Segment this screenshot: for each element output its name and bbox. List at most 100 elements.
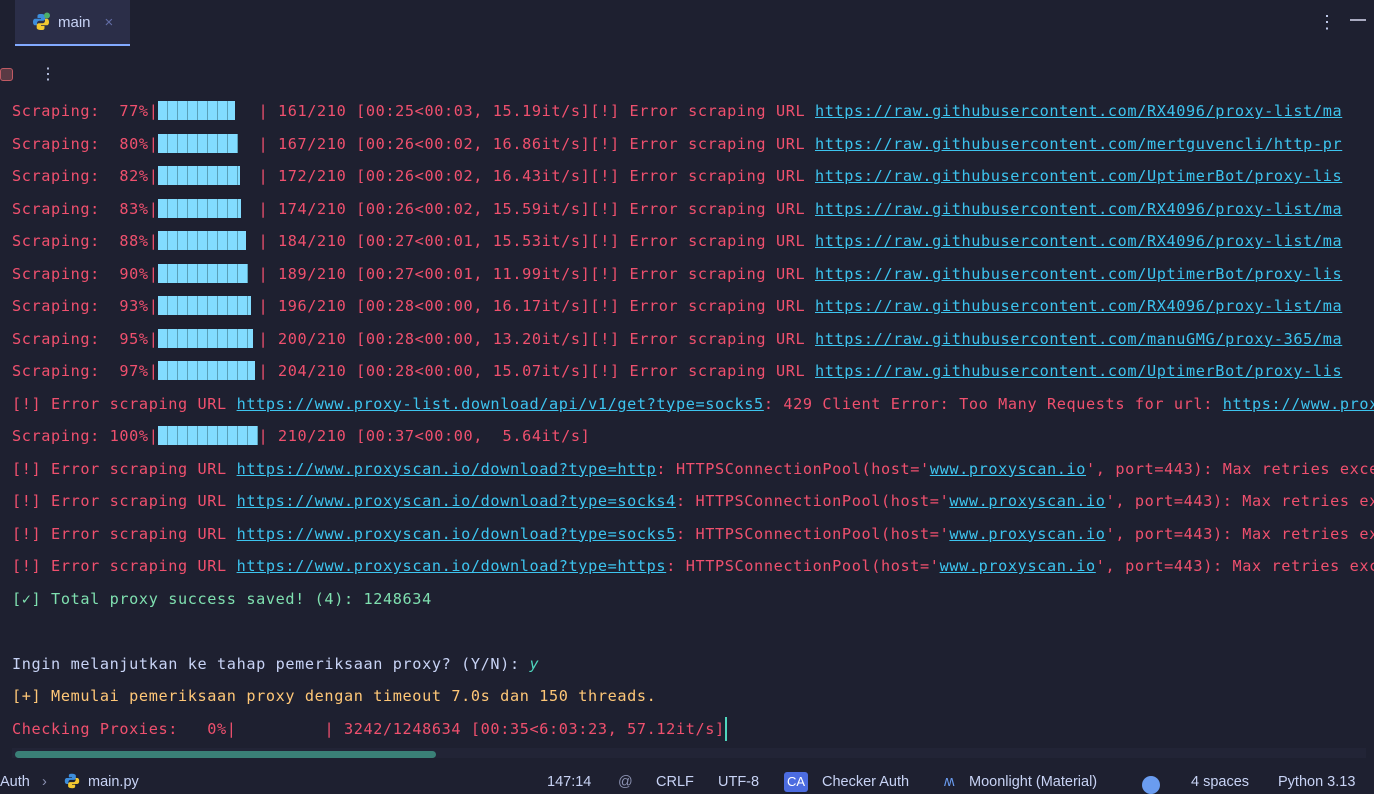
success-message: [✓] Total proxy success saved! (4): 1248… (12, 589, 432, 608)
progress-bar (158, 133, 258, 153)
more-options-icon[interactable]: ⋮ (1318, 8, 1336, 36)
progress-bar-segment (158, 133, 169, 153)
progress-bar (158, 101, 258, 120)
progress-bar-segment (238, 426, 249, 445)
progress-bar-segment (238, 166, 241, 185)
error-line: [!] Error scraping URL https://www.proxy… (12, 453, 1374, 486)
progress-bar (158, 328, 258, 348)
error-message: ', port=443): Max retries exceeded (1105, 524, 1374, 543)
progress-bar-segment (168, 231, 179, 250)
progress-bar-segment (198, 296, 209, 315)
host-link[interactable]: www.proxyscan.io (949, 492, 1105, 510)
progress-bar-segment (228, 328, 239, 348)
progress-bar-segment (218, 263, 229, 283)
progress-bar-segment (198, 166, 209, 185)
progress-bar-segment (168, 101, 179, 120)
prompt-line: Ingin melanjutkan ke tahap pemeriksaan p… (12, 648, 1374, 681)
error-url-link[interactable]: https://raw.githubusercontent.com/manuGM… (815, 330, 1342, 348)
error-url-link[interactable]: https://raw.githubusercontent.com/Uptime… (815, 362, 1342, 380)
close-icon[interactable]: × (105, 14, 114, 31)
progress-bar-segment (198, 361, 209, 380)
progress-bar-segment (188, 426, 199, 445)
progress-bar-segment (188, 328, 199, 348)
minimize-icon[interactable] (1350, 19, 1366, 21)
progress-bar-segment (188, 263, 199, 283)
project-badge: CA (784, 772, 808, 792)
info-line: [+] Memulai pemeriksaan proxy dengan tim… (12, 680, 1374, 713)
error-message: : HTTPSConnectionPool(host=' (656, 459, 930, 478)
error-url-link[interactable]: https://www.proxy-list.download/api/v1/g… (237, 395, 764, 413)
progress-status: | 184/210 [00:27<00:01, 15.53it/s][!] Er… (258, 232, 815, 250)
progress-bar-segment (188, 166, 199, 185)
progress-bar (158, 231, 258, 250)
tab-label: main (58, 13, 91, 31)
error-prefix: [!] Error scraping URL (12, 492, 237, 510)
progress-label: Scraping: 77%| (12, 102, 159, 120)
progress-bar-segment (178, 263, 189, 283)
progress-bar-segment (158, 198, 169, 218)
progress-bar-segment (208, 198, 219, 218)
progress-bar-segment (198, 231, 209, 250)
prompt-question: Ingin melanjutkan ke tahap pemeriksaan p… (12, 654, 530, 673)
progress-bar-segment (208, 133, 219, 153)
error-url-link[interactable]: https://raw.githubusercontent.com/RX4096… (815, 297, 1342, 315)
progress-bar-segment (178, 328, 189, 348)
error-url-link[interactable]: https://www.proxyscan.io/download?type=s… (237, 525, 676, 543)
progress-bar (158, 166, 258, 185)
error-url-link[interactable]: https://raw.githubusercontent.com/Uptime… (815, 265, 1342, 283)
progress-label: Scraping: 88%| (12, 232, 159, 250)
host-link[interactable]: www.proxyscan.io (949, 525, 1105, 543)
progress-bar-segment (188, 133, 199, 153)
error-url-link[interactable]: https://www.proxyscan.io/download?type=s… (237, 492, 676, 510)
stop-icon[interactable] (0, 68, 13, 81)
status-circle-icon[interactable] (1142, 776, 1160, 794)
text-cursor (724, 717, 727, 741)
progress-bar-segment (168, 263, 179, 283)
error-url-link[interactable]: https://www.proxyscan.io/download?type=h… (237, 557, 667, 575)
progress-bar-segment (208, 328, 219, 348)
progress-bar-segment (238, 263, 249, 283)
tab-main[interactable]: main × (15, 0, 130, 46)
prompt-answer[interactable]: y (529, 655, 539, 673)
progress-bar-segment (158, 328, 169, 348)
error-url-link[interactable]: https://raw.githubusercontent.com/RX4096… (815, 102, 1342, 120)
host-link[interactable]: www.proxyscan.io (940, 557, 1096, 575)
error-url-link[interactable]: https://raw.githubusercontent.com/RX4096… (815, 200, 1342, 218)
error-url-link[interactable]: https://raw.githubusercontent.com/RX4096… (815, 232, 1342, 250)
progress-status: | 204/210 [00:28<00:00, 15.07it/s][!] Er… (258, 362, 815, 380)
error-url-link[interactable]: https://www.proxyscan.io/download?type=h… (237, 460, 657, 478)
progress-bar-segment (188, 101, 199, 120)
progress-label: Scraping: 80%| (12, 134, 159, 153)
progress-bar-segment (168, 198, 179, 218)
progress-bar-segment (208, 263, 219, 283)
progress-label: Scraping: 95%| (12, 329, 159, 348)
progress-bar-segment (238, 198, 242, 218)
host-link[interactable]: www.proxyscan.io (930, 460, 1086, 478)
progress-bar (158, 426, 259, 445)
error-message: : HTTPSConnectionPool(host=' (675, 492, 950, 510)
progress-label: Scraping: 97%| (12, 362, 159, 380)
progress-bar-segment (198, 101, 209, 120)
progress-line: Scraping: 77%| | 161/210 [00:25<00:03, 15… (12, 95, 1374, 128)
progress-line: Scraping: 80%| | 167/210 [00:26<00:02, 16… (12, 128, 1374, 161)
progress-bar-segment (198, 133, 209, 153)
progress-label: Scraping: 100%| (12, 427, 159, 445)
checking-status: | 3242/1248634 [00:35<6:03:23, 57.12it/s… (324, 719, 725, 738)
error-url-link[interactable]: https://raw.githubusercontent.com/mertgu… (815, 135, 1342, 153)
horizontal-scrollbar-thumb[interactable] (15, 751, 436, 758)
progress-bar-segment (158, 263, 169, 283)
error-url-link[interactable]: https://www.proxy-list.download/api/v1/g… (1223, 395, 1374, 413)
error-line: [!] Error scraping URL https://www.proxy… (12, 550, 1374, 583)
status-bar: Auth › main.py 147:14 @ CRLF UTF-8 CA Ch… (0, 770, 1374, 794)
progress-bar-segment (168, 296, 179, 315)
error-line: [!] Error scraping URL https://www.proxy… (12, 485, 1374, 518)
run-console-output[interactable]: Scraping: 77%| | 161/210 [00:25<00:03, 15… (12, 95, 1374, 745)
error-prefix: [!] Error scraping URL (12, 524, 237, 543)
progress-bar-segment (218, 426, 229, 445)
progress-bar-segment (168, 426, 179, 445)
checking-label: Checking Proxies: 0%| (12, 719, 237, 738)
console-more-icon[interactable]: ⋮ (40, 64, 56, 86)
progress-status: | 210/210 [00:37<00:00, 5.64it/s] (258, 427, 591, 445)
error-url-link[interactable]: https://raw.githubusercontent.com/Uptime… (815, 167, 1342, 185)
progress-bar-segment (188, 231, 199, 250)
